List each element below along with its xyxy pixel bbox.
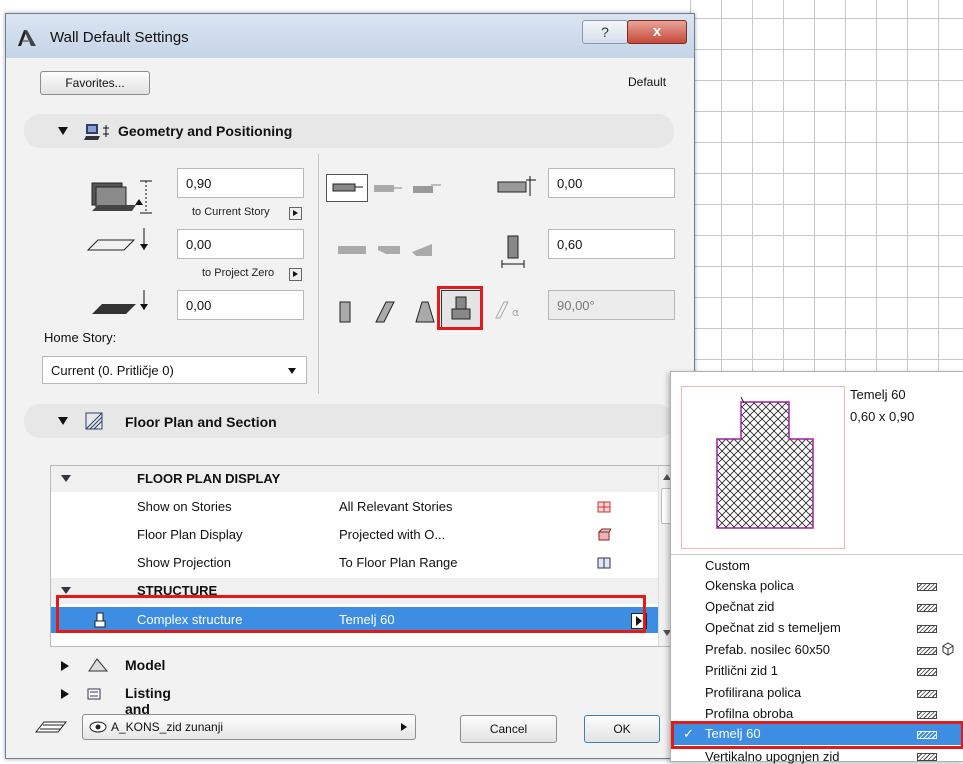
reference-line-center-icon[interactable] (372, 180, 406, 196)
bottom-link-arrow-button[interactable] (289, 268, 302, 281)
collapse-triangle-icon[interactable] (58, 417, 68, 425)
wall-top-height-icon (91, 180, 152, 214)
layer-dropdown[interactable]: A_KONS_zid zunanji (82, 714, 416, 740)
popup-list-item[interactable]: Profilirana polica (705, 685, 801, 700)
line-pattern-icon (917, 625, 937, 633)
row-name: Show on Stories (137, 499, 232, 514)
reference-offset-field[interactable]: 0,00 (548, 168, 675, 198)
highlight-profile-box (437, 286, 483, 330)
model-icon (88, 658, 109, 672)
geometry-icon (84, 124, 109, 140)
svg-text:α: α (512, 306, 519, 319)
popup-custom-item[interactable]: Custom (705, 558, 750, 573)
collapse-triangle-icon[interactable] (58, 127, 68, 135)
popup-list-item[interactable]: Opečnat zid (705, 599, 774, 614)
table-row[interactable]: Show Projection To Floor Plan Range (51, 550, 659, 576)
slant-angle-icon: α (495, 301, 519, 319)
model-header-label: Model (125, 657, 166, 673)
cancel-button[interactable]: Cancel (460, 715, 557, 743)
expand-triangle-icon[interactable] (61, 689, 69, 699)
home-story-value: Current (0. Pritličje 0) (51, 363, 174, 378)
row-value: To Floor Plan Range (339, 555, 458, 570)
wall-default-settings-dialog: Wall Default Settings ? x Favorites... D… (5, 13, 695, 759)
title-bar: Wall Default Settings ? x (6, 14, 694, 58)
highlight-complex-structure-row (56, 595, 646, 633)
wall-top-value-field[interactable]: 0,90 (177, 168, 304, 198)
popup-list-item[interactable]: Prefab. nosilec 60x50 (705, 642, 830, 657)
dropdown-arrow-icon (288, 368, 296, 374)
floor-plan-section-icon (85, 412, 103, 430)
favorites-button[interactable]: Favorites... (40, 71, 150, 95)
wall-thickness-field[interactable]: 0,60 (548, 229, 675, 259)
line-pattern-icon (917, 604, 937, 612)
help-button[interactable]: ? (582, 20, 628, 44)
wall-profile-type-icons[interactable] (332, 296, 442, 326)
top-link-arrow-button[interactable] (289, 207, 302, 220)
collapse-triangle-icon[interactable] (61, 587, 71, 594)
row-value: All Relevant Stories (339, 499, 453, 514)
reference-line-inside-icon[interactable] (411, 180, 445, 196)
category-label: FLOOR PLAN DISPLAY (137, 471, 281, 486)
default-label: Default (628, 75, 667, 89)
row-name: Show Projection (137, 555, 231, 570)
layer-arrow-icon (401, 723, 407, 731)
row-value: Projected with O... (339, 527, 446, 542)
table-row[interactable]: Floor Plan Display Projected with O... (51, 522, 659, 548)
reference-line-outside-button[interactable] (326, 174, 368, 202)
popup-list-item[interactable]: Pritlični zid 1 (705, 663, 778, 678)
section-geometry-header[interactable]: Geometry and Positioning (24, 114, 674, 148)
line-pattern-icon (917, 583, 937, 591)
wall-base-value-field[interactable]: 0,00 (177, 290, 304, 320)
geometry-divider (318, 154, 319, 394)
eye-icon (89, 721, 107, 733)
structure-preview-box (681, 386, 845, 549)
reference-offset-icon (497, 176, 536, 196)
structure-preview-image (716, 396, 814, 529)
popup-list-item[interactable]: Opečnat zid s temeljem (705, 620, 841, 635)
line-pattern-icon (917, 711, 937, 719)
wall-bottom-value-field[interactable]: 0,00 (177, 229, 304, 259)
preview-name: Temelj 60 (850, 387, 906, 402)
table-row[interactable]: Show on Stories All Relevant Stories (51, 494, 659, 520)
expand-triangle-icon[interactable] (61, 661, 69, 671)
popup-list-item[interactable]: Vertikalno upognjen zid (705, 749, 839, 764)
home-story-dropdown[interactable]: Current (0. Pritličje 0) (42, 356, 307, 384)
window-title: Wall Default Settings (50, 29, 189, 46)
stories-icon (597, 501, 611, 513)
highlight-temelj-item (671, 721, 963, 749)
line-pattern-icon (917, 690, 937, 698)
top-link-label: to Current Story (192, 206, 270, 218)
layer-name: A_KONS_zid zunanji (111, 720, 224, 734)
projection-icon (597, 528, 611, 541)
archicad-app-icon (18, 30, 36, 46)
bottom-link-label: to Project Zero (202, 267, 275, 279)
home-story-label: Home Story: (44, 330, 117, 345)
wall-thickness-icon (501, 235, 525, 268)
line-pattern-icon (917, 668, 937, 676)
preview-size: 0,60 x 0,90 (850, 409, 915, 424)
wall-geometry-type-icons[interactable] (336, 240, 446, 260)
category-row[interactable]: FLOOR PLAN DISPLAY (51, 466, 659, 492)
reference-line-outside-icon (332, 183, 363, 192)
line-pattern-icon (917, 647, 937, 655)
structure-picker-popup: Temelj 60 0,60 x 0,90 Custom Okenska pol… (670, 371, 963, 764)
row-name: Floor Plan Display (137, 527, 243, 542)
section-floorplan-header[interactable]: Floor Plan and Section (24, 404, 674, 438)
listing-icon (87, 688, 101, 700)
object-cube-icon (942, 642, 954, 656)
floor-plan-range-icon (597, 557, 611, 569)
ok-button[interactable]: OK (584, 715, 660, 743)
wall-base-offset-icon (92, 290, 148, 314)
layer-icon (34, 721, 68, 733)
floorplan-header-label: Floor Plan and Section (125, 414, 277, 430)
popup-list-item[interactable]: Profilna obroba (705, 706, 793, 721)
slant-angle-field: 90,00° (548, 290, 675, 320)
wall-bottom-offset-icon (86, 228, 148, 251)
popup-divider (671, 554, 963, 555)
collapse-triangle-icon[interactable] (61, 475, 71, 482)
geometry-header-label: Geometry and Positioning (118, 123, 293, 139)
popup-list-item[interactable]: Okenska polica (705, 578, 794, 593)
close-button[interactable]: x (627, 20, 687, 44)
